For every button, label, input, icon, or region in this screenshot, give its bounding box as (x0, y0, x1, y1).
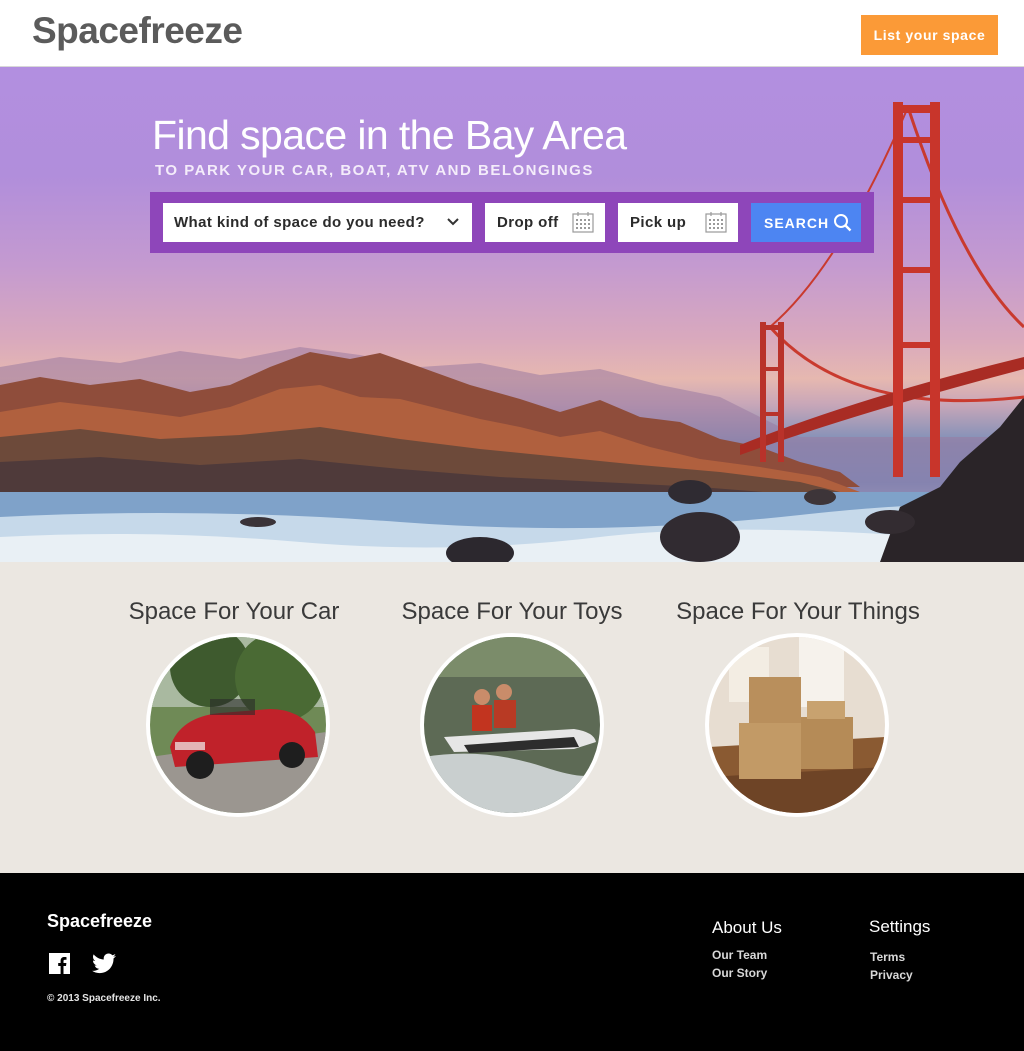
footer-brand[interactable]: Spacefreeze (47, 911, 152, 932)
search-button[interactable]: SEARCH (751, 203, 861, 242)
settings-heading: Settings (869, 917, 931, 936)
hero-subtitle: TO PARK YOUR CAR, BOAT, ATV AND BELONGIN… (155, 162, 594, 179)
boxes-photo (709, 637, 885, 813)
privacy-link[interactable]: Privacy (870, 968, 913, 982)
category-title-things[interactable]: Space For Your Things (676, 598, 920, 626)
dropoff-date-label: Drop off (497, 214, 559, 231)
site-header: Spacefreeze List your space (0, 0, 1024, 67)
dropoff-date-field[interactable]: Drop off (485, 203, 605, 242)
search-bar: What kind of space do you need? Drop off… (150, 192, 874, 253)
hero-title: Find space in the Bay Area (152, 112, 627, 158)
copyright-text: © 2013 Spacefreeze Inc. (47, 993, 161, 1004)
category-title-car[interactable]: Space For Your Car (129, 598, 340, 626)
our-team-link[interactable]: Our Team (712, 948, 767, 962)
space-type-select-label: What kind of space do you need? (174, 214, 425, 231)
car-photo (150, 637, 326, 813)
category-image-toys[interactable] (420, 633, 604, 817)
chevron-down-icon (447, 218, 459, 226)
hero-banner: Find space in the Bay Area TO PARK YOUR … (0, 67, 1024, 562)
our-story-link[interactable]: Our Story (712, 966, 767, 980)
about-us-heading: About Us (712, 918, 782, 937)
space-type-select[interactable]: What kind of space do you need? (163, 203, 472, 242)
site-logo[interactable]: Spacefreeze (32, 10, 243, 52)
facebook-icon[interactable] (49, 953, 70, 974)
pickup-date-label: Pick up (630, 214, 687, 231)
category-image-things[interactable] (705, 633, 889, 817)
category-image-car[interactable] (146, 633, 330, 817)
calendar-icon (705, 212, 727, 233)
calendar-icon (572, 212, 594, 233)
search-icon (834, 214, 852, 232)
search-button-label: SEARCH (764, 214, 830, 231)
site-footer: Spacefreeze © 2013 Spacefreeze Inc. Abou… (0, 873, 1024, 1051)
category-title-toys[interactable]: Space For Your Toys (401, 598, 622, 626)
jetski-photo (424, 637, 600, 813)
twitter-icon[interactable] (92, 953, 116, 974)
list-your-space-button[interactable]: List your space (861, 15, 998, 55)
terms-link[interactable]: Terms (870, 950, 905, 964)
categories-section: Space For Your Car Space For Your Toys S… (0, 562, 1024, 873)
pickup-date-field[interactable]: Pick up (618, 203, 738, 242)
